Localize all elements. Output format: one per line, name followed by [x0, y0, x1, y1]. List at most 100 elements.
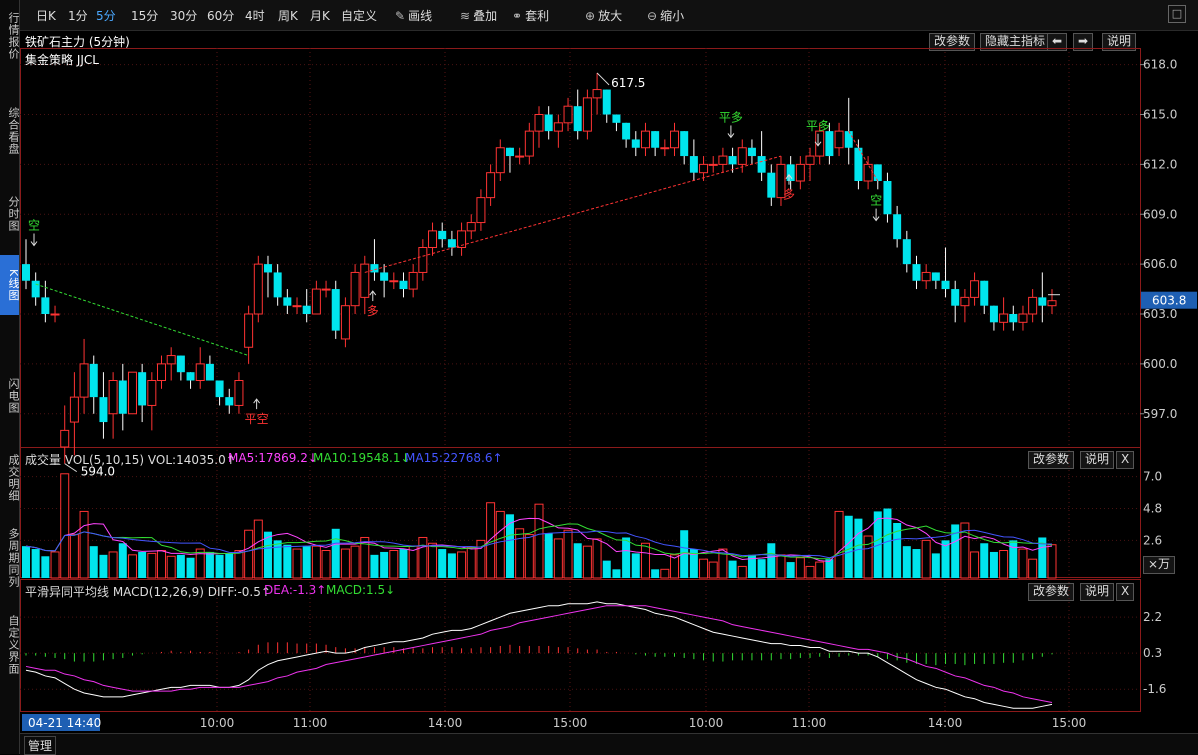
macd-tick-label: 0.3: [1143, 646, 1162, 660]
volume-bar: [486, 502, 496, 579]
volume-bar: [466, 547, 476, 579]
candle-body: [980, 280, 989, 306]
candle-body: [893, 214, 902, 240]
candle-body: [505, 147, 514, 157]
candle-body: [447, 239, 456, 248]
candle-body: [166, 355, 176, 365]
volume-bar: [844, 515, 853, 578]
volume-tick-label: 7.0: [1143, 470, 1162, 484]
volume-bar: [399, 549, 408, 578]
candle-body: [524, 130, 534, 157]
candle-body: [931, 272, 940, 281]
candle-body: [912, 264, 921, 281]
volume-bar: [640, 542, 650, 579]
candle-body: [138, 372, 147, 406]
volume-bar: [89, 546, 98, 578]
candle-body: [651, 131, 660, 148]
volume-bar: [447, 553, 456, 578]
candle-body: [118, 380, 127, 414]
candle-body: [951, 289, 960, 306]
candle-body: [689, 156, 698, 173]
candle-body: [311, 288, 321, 315]
candle-body: [844, 131, 853, 148]
volume-bar: [292, 548, 302, 579]
price-tick-label: 615.0: [1143, 108, 1177, 122]
candle-body: [631, 139, 640, 148]
trend-line-down: [35, 283, 249, 357]
trend-line-up: [364, 155, 782, 273]
candle-body: [380, 272, 389, 281]
volume-bar: [573, 543, 582, 578]
candle-body: [573, 106, 582, 132]
candle-body: [1038, 297, 1047, 306]
volume-bar: [60, 473, 70, 579]
candle-body: [680, 131, 689, 157]
candle-body: [157, 363, 167, 381]
candle-body: [31, 280, 40, 298]
candle-body: [708, 163, 718, 166]
candle-body: [89, 363, 98, 398]
candle-body: [960, 296, 970, 307]
candle-body: [176, 355, 185, 373]
candle-body: [563, 105, 573, 124]
candle-body: [602, 89, 611, 115]
candle-body: [263, 264, 272, 273]
volume-bar: [921, 539, 931, 579]
candle-body: [147, 380, 157, 406]
candle-body: [360, 263, 370, 298]
candle-body: [99, 397, 108, 423]
volume-bar: [31, 549, 40, 578]
candle-body: [408, 271, 418, 290]
volume-bar: [622, 537, 631, 578]
macd-tick-label: 2.2: [1143, 610, 1162, 624]
candle-body: [495, 147, 505, 174]
volume-bar: [350, 545, 360, 579]
candle-body: [244, 313, 254, 348]
candle-body: [418, 247, 428, 273]
volume-bar: [311, 545, 321, 579]
price-tick-label: 612.0: [1143, 157, 1177, 171]
volume-bar: [631, 553, 640, 578]
high-price-label: 617.5: [611, 76, 645, 90]
manage-button[interactable]: 管理: [24, 736, 57, 755]
candle-body: [989, 305, 998, 323]
candle-body: [999, 313, 1009, 323]
bottom-bar: 管理: [20, 733, 1198, 755]
volume-bar: [786, 562, 795, 578]
candle-body: [273, 272, 282, 298]
candle-body: [79, 363, 89, 398]
volume-bar: [157, 550, 167, 579]
volume-bar: [699, 558, 709, 579]
price-tick-label: 597.0: [1143, 407, 1177, 421]
kline-chart[interactable]: 618.0 615.0 612.0 609.0 606.0 603.0 600.0 597.0…: [0, 0, 1198, 754]
candle-body: [534, 114, 544, 132]
volume-bar: [902, 546, 911, 578]
candle-body: [1047, 300, 1057, 307]
signal-label: 平空: [245, 412, 269, 426]
volume-bar: [651, 569, 660, 578]
candle-body: [805, 155, 815, 165]
volume-tick-label: 4.8: [1143, 502, 1162, 516]
price-tick-label: 609.0: [1143, 207, 1177, 221]
volume-bar: [438, 549, 447, 578]
volume-bar: [127, 554, 137, 579]
low-price-label: 594.0: [81, 465, 115, 479]
signal-label: 空: [28, 219, 40, 233]
volume-tick-label: 2.6: [1143, 533, 1162, 547]
candle-body: [612, 114, 621, 123]
candle-body: [486, 172, 496, 199]
candle-body: [108, 380, 118, 415]
time-tick-label: 14:00: [428, 716, 463, 730]
volume-bar: [147, 552, 157, 579]
volume-bar: [515, 528, 525, 579]
candle-body: [834, 130, 844, 149]
volume-bar: [728, 560, 737, 578]
volume-bar: [428, 542, 438, 579]
macd-panel-frame: [20, 579, 1141, 712]
candle-body: [186, 372, 195, 381]
time-tick-label: 11:00: [792, 716, 827, 730]
volume-bar: [118, 543, 127, 578]
volume-bar: [302, 546, 311, 578]
candle-body: [553, 122, 563, 132]
time-tick-label: 15:00: [1052, 716, 1087, 730]
